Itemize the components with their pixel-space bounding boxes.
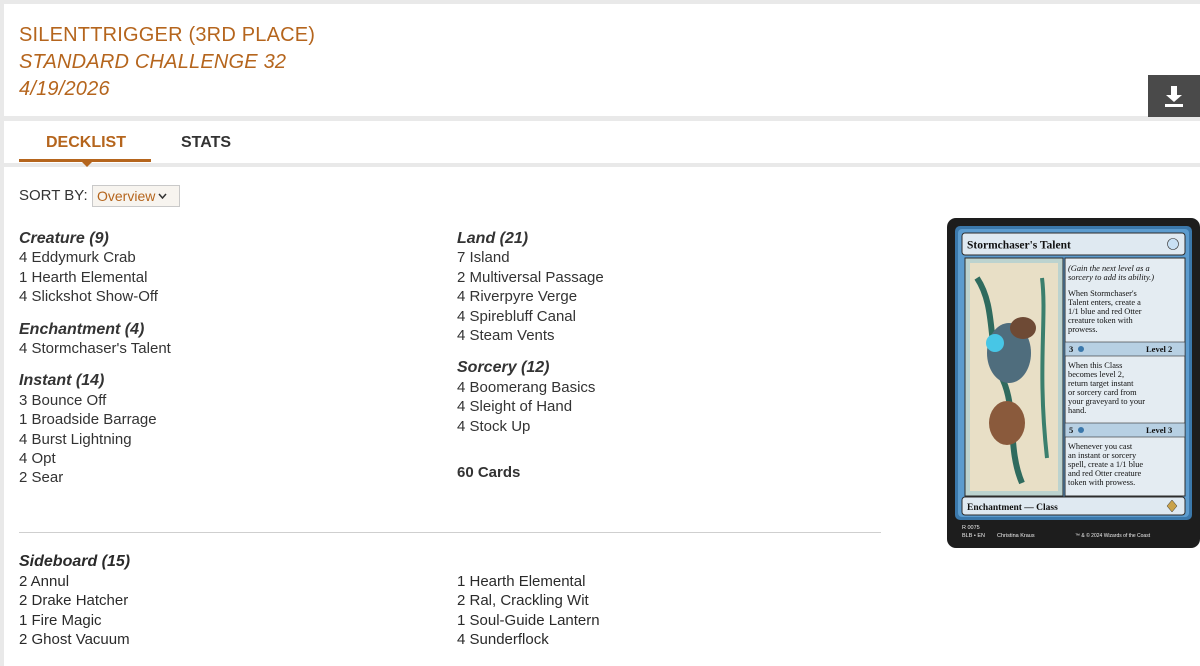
card-line[interactable]: 1 Fire Magic [19,611,130,630]
card-line[interactable]: 4 Eddymurk Crab [19,248,439,267]
svg-text:and red Otter creature: and red Otter creature [1068,469,1142,478]
card-line[interactable]: 4 Spirebluff Canal [457,307,877,326]
level3-cost: 5 [1069,425,1073,435]
svg-text:sorcery to add its ability.): sorcery to add its ability.) [1068,273,1154,282]
svg-text:1/1 blue and red Otter: 1/1 blue and red Otter [1068,307,1142,316]
card-line[interactable]: 4 Sunderflock [457,630,600,649]
group-creature: Creature (9) 4 Eddymurk Crab 1 Hearth El… [19,229,439,307]
decklist-panel: SORT BY: Overview Creature (9) 4 Eddymur… [4,167,1200,666]
svg-text:prowess.: prowess. [1068,325,1098,334]
card-line[interactable]: 1 Broadside Barrage [19,410,439,429]
card-line[interactable]: 7 Island [457,248,877,267]
sort-label: SORT BY: [19,187,88,204]
event-name: STANDARD CHALLENGE 32 [19,51,287,73]
card-line[interactable]: 4 Slickshot Show-Off [19,287,439,306]
event-date: 4/19/2026 [19,78,110,100]
svg-text:hand.: hand. [1068,406,1086,415]
tab-bar: DECKLIST STATS [4,121,1200,167]
card-type-line: Enchantment — Class [967,503,1058,513]
deck-header: SILENTTRIGGER (3RD PLACE) STANDARD CHALL… [4,4,1200,117]
mana-blue-icon [1078,346,1084,352]
sideboard-right-column: 1 Hearth Elemental 2 Ral, Crackling Wit … [457,572,600,650]
card-line[interactable]: 4 Opt [19,449,439,468]
mana-blue-icon [1078,427,1084,433]
group-title: Sorcery (12) [457,359,550,377]
svg-text:R 0075: R 0075 [962,525,980,531]
level2-cost: 3 [1069,344,1073,354]
svg-text:Christina Kraus: Christina Kraus [997,533,1035,539]
svg-text:Whenever you cast: Whenever you cast [1068,442,1133,451]
card-total: 60 Cards [457,464,521,482]
card-line[interactable]: 1 Soul-Guide Lantern [457,611,600,630]
svg-text:spell, create a 1/1 blue: spell, create a 1/1 blue [1068,460,1143,469]
svg-text:an instant or sorcery: an instant or sorcery [1068,451,1137,460]
card-line[interactable]: 1 Hearth Elemental [19,268,439,287]
group-instant: Instant (14) 3 Bounce Off 1 Broadside Ba… [19,371,439,487]
group-land: Land (21) 7 Island 2 Multiversal Passage… [457,229,877,345]
card-line[interactable]: 2 Ghost Vacuum [19,630,130,649]
svg-text:or sorcery card from: or sorcery card from [1068,388,1137,397]
svg-text:(Gain the next level as a: (Gain the next level as a [1068,264,1150,273]
download-icon [1165,86,1183,107]
card-line[interactable]: 4 Riverpyre Verge [457,287,877,306]
sort-selected-value: Overview [97,188,156,204]
level2-label: Level 2 [1146,344,1172,354]
svg-text:token with prowess.: token with prowess. [1068,478,1135,487]
card-line[interactable]: 4 Stormchaser's Talent [19,339,439,358]
card-line[interactable]: 4 Steam Vents [457,326,877,345]
group-sorcery: Sorcery (12) 4 Boomerang Basics 4 Sleigh… [457,358,877,436]
group-title: Land (21) [457,230,529,247]
sideboard-title: Sideboard (15) [19,553,131,570]
svg-text:return target instant: return target instant [1068,379,1134,388]
group-title: Instant (14) [19,372,105,390]
group-enchantment: Enchantment (4) 4 Stormchaser's Talent [19,320,439,359]
svg-text:Talent enters, create a: Talent enters, create a [1068,298,1141,307]
level3-label: Level 3 [1146,425,1172,435]
chevron-down-icon [158,193,167,199]
mainboard-left-column: Creature (9) 4 Eddymurk Crab 1 Hearth El… [19,229,439,501]
card-line[interactable]: 2 Sear [19,468,439,487]
sideboard-left-column: 2 Annul 2 Drake Hatcher 1 Fire Magic 2 G… [19,572,130,650]
svg-text:When Stormchaser's: When Stormchaser's [1068,289,1137,298]
card-line[interactable]: 1 Hearth Elemental [457,572,600,591]
svg-text:creature token with: creature token with [1068,316,1133,325]
sideboard-divider [19,532,881,533]
mainboard-right-column: Land (21) 7 Island 2 Multiversal Passage… [457,229,877,482]
svg-text:When this Class: When this Class [1068,361,1122,370]
svg-text:your graveyard to your: your graveyard to your [1068,397,1145,406]
card-line[interactable]: 4 Burst Lightning [19,430,439,449]
tab-stats[interactable]: STATS [181,134,231,152]
svg-text:™ & © 2024 Wizards of the Coas: ™ & © 2024 Wizards of the Coast [1075,532,1151,539]
card-line[interactable]: 2 Ral, Crackling Wit [457,591,600,610]
group-title: Creature (9) [19,230,109,247]
group-title: Enchantment (4) [19,320,145,338]
card-line[interactable]: 3 Bounce Off [19,391,439,410]
card-line[interactable]: 2 Annul [19,572,130,591]
svg-text:becomes level 2,: becomes level 2, [1068,370,1124,379]
card-line[interactable]: 2 Multiversal Passage [457,268,877,287]
card-preview-image: Stormchaser's Talent (Gain the next leve… [947,218,1200,548]
download-button[interactable] [1148,75,1200,117]
card-line[interactable]: 4 Boomerang Basics [457,378,877,397]
mana-blue-icon [1167,238,1179,250]
sort-select[interactable]: Overview [92,185,180,207]
tab-decklist[interactable]: DECKLIST [46,134,126,152]
player-name: SILENTTRIGGER (3RD PLACE) [19,24,316,46]
svg-text:BLB • EN: BLB • EN [962,533,985,539]
card-name: Stormchaser's Talent [967,240,1071,252]
card-line[interactable]: 4 Sleight of Hand [457,397,877,416]
card-line[interactable]: 4 Stock Up [457,417,877,436]
card-line[interactable]: 2 Drake Hatcher [19,591,130,610]
